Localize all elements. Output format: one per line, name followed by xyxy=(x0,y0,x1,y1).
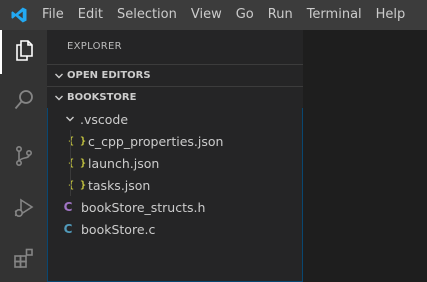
menu-edit[interactable]: Edit xyxy=(71,0,110,30)
open-editors-label: OPEN EDITORS xyxy=(67,70,151,81)
source-control-icon xyxy=(12,144,36,172)
sidebar-title: EXPLORER xyxy=(67,41,122,52)
bookstore-folder-label: BOOKSTORE xyxy=(67,92,137,103)
tree-file-c-cpp-properties[interactable]: { } c_cpp_properties.json xyxy=(48,130,302,152)
chevron-down-icon xyxy=(51,90,67,106)
c-header-file-icon: C xyxy=(63,200,73,214)
menu-file[interactable]: File xyxy=(38,0,71,30)
title-bar: File Edit Selection View Go Run Terminal… xyxy=(0,0,427,30)
menu-go[interactable]: Go xyxy=(229,0,261,30)
open-editors-section-header[interactable]: OPEN EDITORS xyxy=(47,64,303,86)
file-name: bookStore.c xyxy=(81,221,156,237)
tree-file-bookstore-structs-h[interactable]: C bookStore_structs.h xyxy=(48,196,302,218)
search-icon xyxy=(12,88,36,116)
explorer-icon xyxy=(12,38,36,66)
file-name: launch.json xyxy=(88,155,160,171)
folder-name: .vscode xyxy=(80,111,129,127)
menu-help[interactable]: Help xyxy=(369,0,413,30)
activity-run-debug[interactable] xyxy=(0,188,47,232)
file-tree: .vscode { } c_cpp_properties.json { } la… xyxy=(47,108,303,282)
editor-area[interactable] xyxy=(303,30,427,282)
menu-run[interactable]: Run xyxy=(261,0,300,30)
menu-terminal[interactable]: Terminal xyxy=(300,0,369,30)
menu-selection[interactable]: Selection xyxy=(110,0,184,30)
file-name: c_cpp_properties.json xyxy=(88,133,224,149)
tree-file-tasks[interactable]: { } tasks.json xyxy=(48,174,302,196)
indent-guide xyxy=(70,130,71,196)
file-name: tasks.json xyxy=(88,177,151,193)
menu-view[interactable]: View xyxy=(184,0,229,30)
chevron-down-icon xyxy=(62,111,78,127)
activity-search[interactable] xyxy=(0,80,47,124)
vscode-window: File Edit Selection View Go Run Terminal… xyxy=(0,0,427,282)
activity-explorer[interactable] xyxy=(0,30,47,74)
vscode-logo-icon xyxy=(0,0,38,30)
tree-file-launch[interactable]: { } launch.json xyxy=(48,152,302,174)
activity-bar xyxy=(0,30,47,282)
c-file-icon: C xyxy=(63,222,73,236)
tree-folder-vscode[interactable]: .vscode xyxy=(48,108,302,130)
activity-extensions[interactable] xyxy=(0,238,47,282)
extensions-icon xyxy=(12,246,36,274)
file-name: bookStore_structs.h xyxy=(81,199,206,215)
bookstore-section-header[interactable]: BOOKSTORE xyxy=(47,86,303,108)
chevron-down-icon xyxy=(51,68,67,84)
tree-file-bookstore-c[interactable]: C bookStore.c xyxy=(48,218,302,240)
run-debug-icon xyxy=(12,196,36,224)
explorer-sidebar: EXPLORER OPEN EDITORS BOOKSTORE .vscode xyxy=(47,30,303,282)
activity-source-control[interactable] xyxy=(0,136,47,180)
menu-bar: File Edit Selection View Go Run Terminal… xyxy=(38,0,412,30)
